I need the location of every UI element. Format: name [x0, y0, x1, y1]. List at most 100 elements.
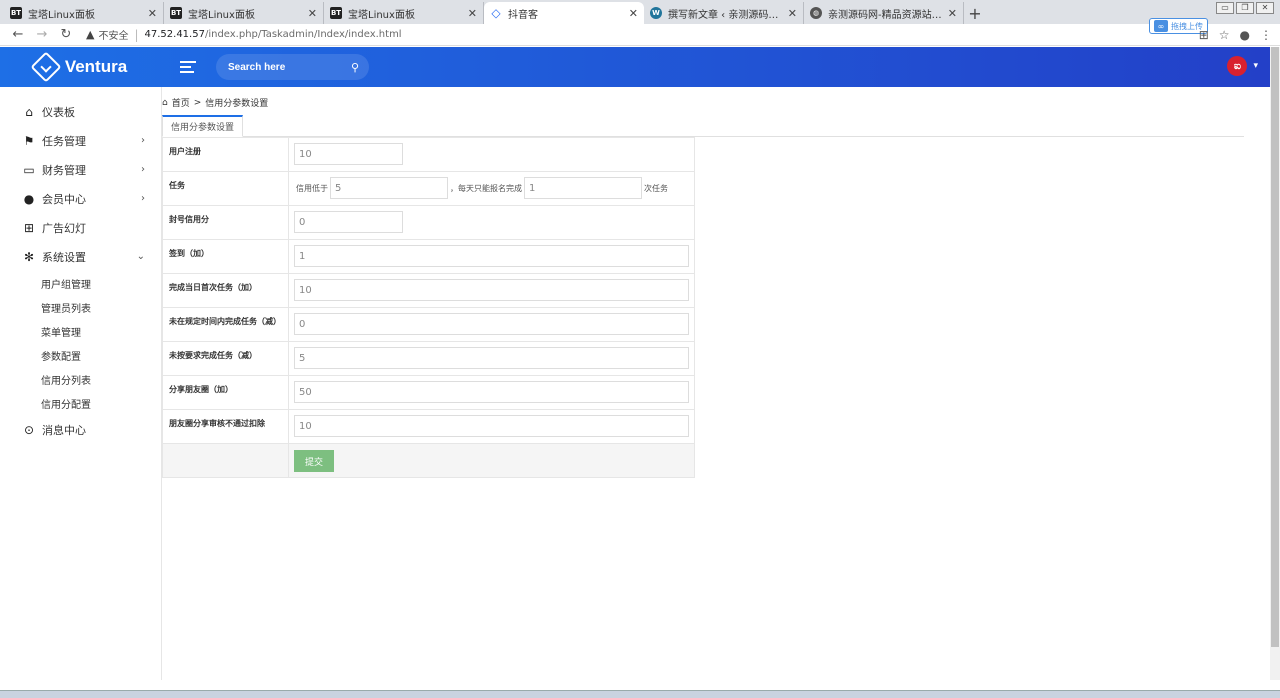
menu-toggle-icon[interactable] [180, 61, 196, 73]
browser-tab[interactable]: ◍ 亲测源码网-精品资源站长亲测 ✕ [804, 2, 964, 24]
form-row: 未按要求完成任务（减） [162, 341, 695, 376]
sidebar-item-2[interactable]: ▭ 财务管理 › [0, 155, 161, 184]
home-icon: ⌂ [162, 97, 168, 108]
search-input[interactable] [228, 61, 338, 73]
field-label: 用户注册 [162, 137, 289, 172]
back-icon[interactable]: ← [8, 27, 28, 42]
sidebar-item-messages[interactable]: ⊙ 消息中心 [0, 415, 161, 444]
forward-icon[interactable]: → [32, 27, 52, 42]
page-scrollbar[interactable] [1270, 47, 1280, 680]
submenu-item[interactable]: 菜单管理 [41, 319, 161, 343]
main-content: ⌂ 首页 > 信用分参数设置 信用分参数设置 用户注册任务信用低于 ，每天只能报名… [162, 87, 1270, 680]
setting-input[interactable] [294, 245, 689, 267]
globe-favicon-icon: ◍ [810, 7, 822, 19]
url-path: /index.php/Taskadmin/Index/index.html [204, 29, 402, 40]
submenu-item[interactable]: 管理员列表 [41, 295, 161, 319]
chevron-down-icon[interactable]: ▾ [1253, 61, 1258, 71]
minimize-button[interactable]: ▭ [1216, 2, 1234, 14]
restore-button[interactable]: ❐ [1236, 2, 1254, 14]
address-bar: ← → ↻ ▲ 不安全 | 47.52.41.57/index.php/Task… [0, 18, 1280, 46]
close-tab-icon[interactable]: ✕ [629, 7, 638, 20]
browser-tab[interactable]: ◇ 抖音客 ✕ [484, 2, 644, 24]
window-controls: ▭ ❐ ✕ [1216, 2, 1274, 14]
field-cell [288, 137, 695, 172]
translate-icon[interactable]: ⊞ [1199, 28, 1209, 42]
field-cell [288, 409, 695, 444]
profile-icon[interactable]: ● [1240, 28, 1250, 42]
breadcrumb-home[interactable]: 首页 [172, 96, 190, 109]
browser-tab-title: 宝塔Linux面板 [348, 9, 415, 21]
close-tab-icon[interactable]: ✕ [468, 7, 477, 20]
bookmark-star-icon[interactable]: ☆ [1219, 28, 1230, 42]
task-middle: ，每天只能报名完成 [450, 183, 522, 193]
browser-tabbar: BT 宝塔Linux面板 ✕ BT 宝塔Linux面板 ✕ BT 宝塔Linux面板 ✕ ◇ 抖音客… [0, 0, 1280, 24]
sidebar-item-5[interactable]: ✻ 系统设置 ⌄ [0, 242, 161, 271]
url-field[interactable]: 47.52.41.57/index.php/Taskadmin/Index/in… [145, 29, 402, 40]
submenu-system-settings: 用户组管理 管理员列表 菜单管理 参数配置 信用分列表 信用分配置 [0, 271, 161, 415]
reload-icon[interactable]: ↻ [56, 27, 76, 42]
setting-input[interactable] [294, 143, 403, 165]
field-label: 任务 [162, 171, 289, 206]
close-window-button[interactable]: ✕ [1256, 2, 1274, 14]
chevron-down-icon: ⌄ [136, 251, 145, 262]
tab-credit-settings[interactable]: 信用分参数设置 [162, 115, 244, 137]
setting-input[interactable] [294, 279, 689, 301]
close-tab-icon[interactable]: ✕ [148, 7, 157, 20]
close-tab-icon[interactable]: ✕ [308, 7, 317, 20]
os-taskbar [0, 690, 1280, 698]
setting-input[interactable] [294, 381, 689, 403]
submenu-item[interactable]: 参数配置 [41, 343, 161, 367]
browser-tab[interactable]: BT 宝塔Linux面板 ✕ [4, 2, 164, 24]
flag-icon: ⚑ [23, 133, 35, 148]
new-tab-button[interactable]: + [964, 2, 986, 24]
form-actions-row: 提交 [162, 443, 695, 478]
diamond-logo-icon [30, 51, 62, 83]
security-indicator[interactable]: ▲ 不安全 [86, 27, 128, 42]
wp-favicon-icon: W [650, 7, 662, 19]
brand[interactable]: Ventura [0, 51, 162, 83]
url-host: 47.52.41.57 [144, 29, 205, 40]
setting-input[interactable] [294, 211, 403, 233]
sidebar-item-label: 任务管理 [42, 134, 86, 148]
browser-tab-title: 宝塔Linux面板 [188, 9, 255, 21]
sidebar-item-0[interactable]: ⌂ 仪表板 [0, 97, 161, 126]
actions-cell: 提交 [288, 443, 695, 478]
sidebar-item-label: 系统设置 [42, 250, 86, 264]
browser-menu-icon[interactable]: ⋮ [1260, 28, 1272, 42]
actions-spacer [162, 443, 289, 478]
search-icon[interactable]: ⚲ [351, 61, 359, 74]
chevron-right-icon: › [141, 193, 145, 204]
avatar[interactable]: ಐ [1227, 56, 1248, 76]
field-cell [288, 341, 695, 376]
setting-input[interactable] [294, 415, 689, 437]
browser-tab[interactable]: BT 宝塔Linux面板 ✕ [164, 2, 324, 24]
sidebar-item-3[interactable]: ● 会员中心 › [0, 184, 161, 213]
sidebar-item-label: 仪表板 [42, 105, 75, 119]
field-cell [288, 307, 695, 342]
wallet-icon: ▭ [23, 162, 35, 177]
browser-tab-title: 宝塔Linux面板 [28, 9, 95, 21]
scrollbar-thumb[interactable] [1271, 47, 1279, 647]
submenu-item[interactable]: 信用分配置 [41, 391, 161, 415]
close-tab-icon[interactable]: ✕ [948, 7, 957, 20]
sidebar-item-1[interactable]: ⚑ 任务管理 › [0, 126, 161, 155]
browser-tab[interactable]: BT 宝塔Linux面板 ✕ [324, 2, 484, 24]
submenu-item[interactable]: 信用分列表 [41, 367, 161, 391]
chat-icon: ⊙ [23, 422, 35, 437]
task-count-input[interactable] [524, 177, 642, 199]
form-row: 朋友圈分享审核不通过扣除 [162, 409, 695, 444]
close-tab-icon[interactable]: ✕ [788, 7, 797, 20]
field-cell [288, 375, 695, 410]
submit-button[interactable]: 提交 [294, 450, 335, 472]
sidebar-item-label: 消息中心 [42, 423, 86, 437]
sidebar-item-4[interactable]: ⊞ 广告幻灯 [0, 213, 161, 242]
sidebar: ⌂ 仪表板 ⚑ 任务管理 › ▭ 财务管理 › ● 会员中心 › ⊞ 广告幻灯 ✻ 系统设置 ⌄ 用户组管理管… [0, 87, 162, 680]
credit-threshold-input[interactable] [330, 177, 448, 199]
browser-tab[interactable]: W 撰写新文章 ‹ 亲测源码网 — Wo ✕ [644, 2, 804, 24]
field-label: 未按要求完成任务（减） [162, 341, 289, 376]
submenu-item[interactable]: 用户组管理 [41, 271, 161, 295]
chevron-right-icon: › [141, 135, 145, 146]
setting-input[interactable] [294, 313, 689, 335]
user-menu[interactable]: ಐ ▾ [1227, 56, 1258, 76]
setting-input[interactable] [294, 347, 689, 369]
